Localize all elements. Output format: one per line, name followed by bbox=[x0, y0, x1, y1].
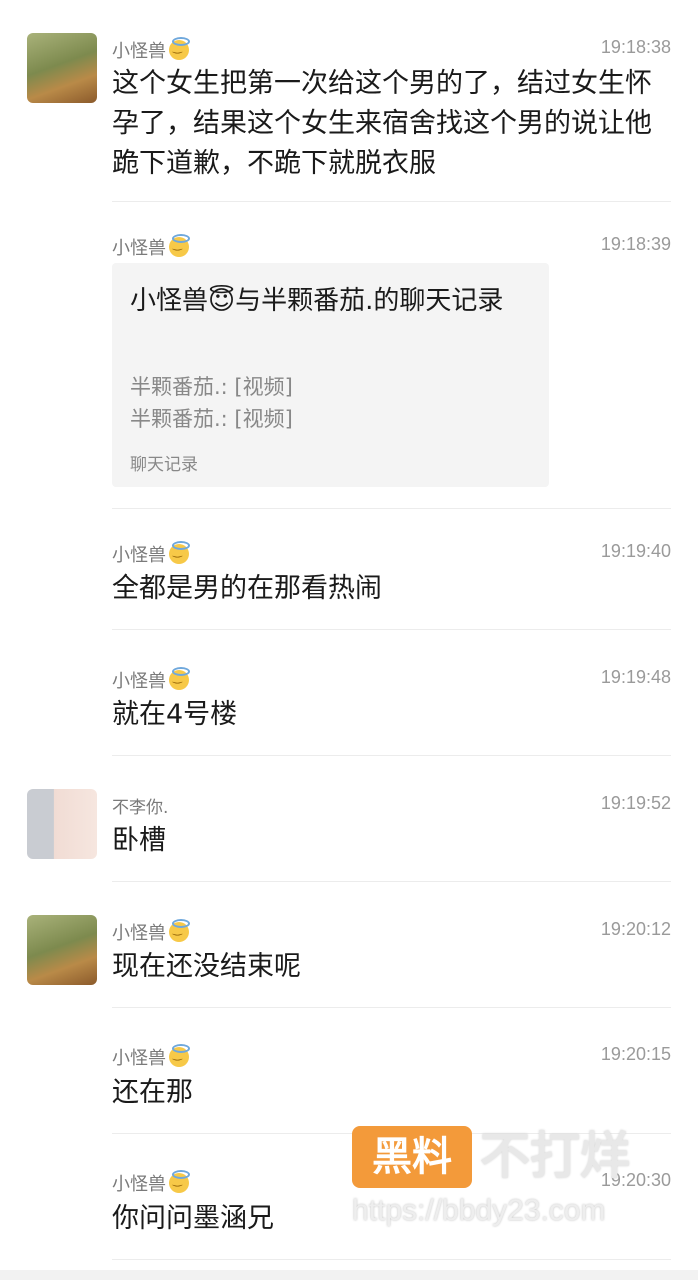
sender-name: 小怪兽 bbox=[112, 234, 190, 260]
message-text[interactable]: 就在4号楼 bbox=[112, 695, 237, 735]
timestamp: 19:20:12 bbox=[600, 919, 671, 939]
divider bbox=[112, 755, 671, 756]
message-text[interactable]: 还在那 bbox=[112, 1073, 193, 1113]
timestamp: 19:19:40 bbox=[600, 541, 671, 561]
chat-record-footer: 聊天记录 bbox=[130, 455, 198, 475]
watermark-url: https://bbdy23.com bbox=[352, 1194, 606, 1227]
divider bbox=[112, 1007, 671, 1008]
angel-emoji-icon bbox=[169, 37, 190, 60]
message-text[interactable]: 全都是男的在那看热闹 bbox=[112, 569, 382, 609]
sender-name: 小怪兽 bbox=[112, 1170, 190, 1196]
watermark-badge: 黑料 bbox=[352, 1126, 472, 1188]
divider bbox=[112, 1259, 671, 1260]
angel-emoji-icon bbox=[169, 234, 190, 257]
divider bbox=[112, 629, 671, 630]
divider bbox=[112, 881, 671, 882]
timestamp: 19:18:39 bbox=[600, 234, 671, 254]
message-text[interactable]: 你问问墨涵兄 bbox=[112, 1199, 274, 1239]
timestamp: 19:19:52 bbox=[600, 793, 671, 813]
sender-name: 小怪兽 bbox=[112, 919, 190, 945]
divider bbox=[112, 508, 671, 509]
sender-name: 小怪兽 bbox=[112, 37, 190, 63]
angel-emoji-icon bbox=[169, 919, 190, 942]
divider bbox=[112, 201, 671, 202]
message-text[interactable]: 现在还没结束呢 bbox=[112, 947, 301, 987]
sender-name: 小怪兽 bbox=[112, 1044, 190, 1070]
avatar-girl[interactable] bbox=[27, 789, 97, 859]
timestamp: 19:19:48 bbox=[600, 667, 671, 687]
chat-record-card[interactable]: 小怪兽😇与半颗番茄.的聊天记录 半颗番茄.: [视频] 半颗番茄.: [视频] … bbox=[112, 263, 549, 487]
message-text[interactable]: 卧槽 bbox=[112, 821, 166, 861]
chat-record-line: 半颗番茄.: [视频] bbox=[130, 375, 293, 399]
bottom-bar bbox=[0, 1270, 698, 1280]
sender-name: 小怪兽 bbox=[112, 667, 190, 693]
watermark: 黑料 不打烊 https://bbdy23.com bbox=[352, 1124, 672, 1244]
avatar-dog[interactable] bbox=[27, 915, 97, 985]
chat-record-title: 小怪兽😇与半颗番茄.的聊天记录 bbox=[130, 286, 504, 316]
angel-emoji-icon bbox=[169, 1170, 190, 1193]
message-text[interactable]: 这个女生把第一次给这个男的了，结过女生怀孕了，结果这个女生来宿舍找这个男的说让他… bbox=[112, 64, 662, 184]
watermark-text: 不打烊 bbox=[480, 1127, 630, 1185]
angel-emoji-icon bbox=[169, 1044, 190, 1067]
chat-record-line: 半颗番茄.: [视频] bbox=[130, 407, 293, 431]
timestamp: 19:20:15 bbox=[600, 1044, 671, 1064]
avatar-dog[interactable] bbox=[27, 33, 97, 103]
timestamp: 19:18:38 bbox=[600, 37, 671, 57]
sender-name: 不李你. bbox=[112, 798, 169, 818]
sender-name: 小怪兽 bbox=[112, 541, 190, 567]
angel-emoji-icon bbox=[169, 667, 190, 690]
angel-emoji-icon bbox=[169, 541, 190, 564]
